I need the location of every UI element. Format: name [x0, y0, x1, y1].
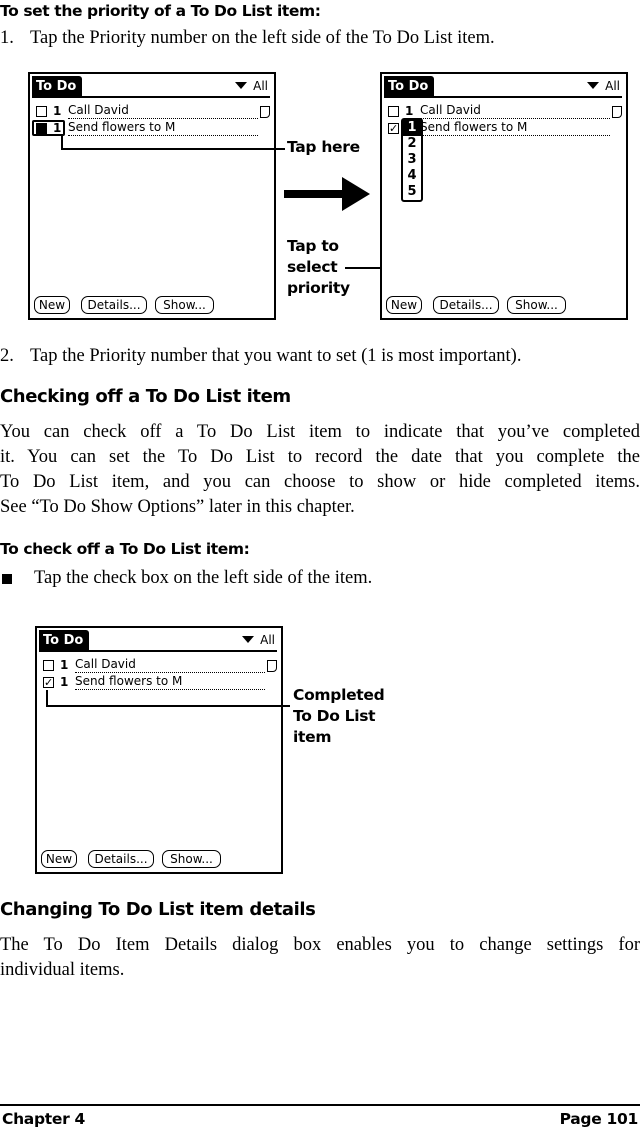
right-arrow-icon [284, 177, 370, 211]
step-1: 1. Tap the Priority number on the left si… [0, 26, 495, 51]
paragraph-line: See “To Do Show Options” later in this c… [0, 497, 355, 517]
paragraph-line: The To Do Item Details dialog box enable… [0, 935, 640, 955]
callout-line: select [287, 258, 338, 276]
step-text: Tap the Priority number that you want to… [30, 346, 522, 366]
priority-number[interactable]: 1 [60, 657, 68, 674]
show-button[interactable]: Show... [155, 296, 214, 314]
priority-option[interactable]: 4 [403, 168, 421, 184]
checkbox-checked[interactable]: ✓ [388, 123, 399, 134]
item-description[interactable]: Send flowers to M [420, 120, 610, 136]
category-picker[interactable]: All [587, 76, 620, 97]
app-title: To Do [384, 76, 435, 96]
heading-changing-details: Changing To Do List item details [0, 899, 316, 920]
priority-number[interactable]: 1 [60, 674, 68, 691]
show-button[interactable]: Show... [507, 296, 566, 314]
title-bar: To Do All [384, 76, 622, 98]
checkbox[interactable] [388, 106, 399, 117]
details-button[interactable]: Details... [81, 296, 147, 314]
bullet-text: Tap the check box on the left side of th… [34, 568, 373, 588]
leader-line [61, 134, 63, 149]
checkbox[interactable] [36, 106, 47, 117]
note-icon[interactable] [260, 106, 270, 118]
leader-line [46, 690, 48, 706]
paragraph-line: To Do List item, and you can choose to s… [0, 472, 640, 492]
priority-option-selected[interactable]: 1 [403, 120, 421, 136]
title-bar: To Do All [32, 76, 270, 98]
item-description[interactable]: Call David [68, 103, 258, 119]
category-label: All [605, 79, 620, 93]
app-title: To Do [39, 630, 90, 650]
paragraph-line: it. You can set the To Do List to record… [0, 447, 640, 467]
callout-line: To Do List [293, 707, 376, 725]
new-button[interactable]: New [34, 296, 70, 314]
palm-screen-before: To Do All 1 Call David 1 Send flowers to… [28, 72, 276, 320]
item-description[interactable]: Call David [420, 103, 610, 119]
checkbox[interactable] [43, 660, 54, 671]
callout-completed-item: Completed To Do List item [293, 685, 385, 748]
leader-line [61, 148, 285, 150]
item-description[interactable]: Call David [75, 657, 265, 673]
step-2: 2. Tap the Priority number that you want … [0, 344, 521, 369]
dropdown-triangle-icon [235, 82, 248, 89]
details-button[interactable]: Details... [88, 850, 154, 868]
palm-screen-completed: To Do All 1 Call David ✓ 1 Send flowers … [35, 626, 283, 874]
note-icon[interactable] [267, 660, 277, 672]
callout-line: Tap to [287, 237, 339, 255]
footer-page-number: Page 101 [559, 1110, 639, 1128]
step-number: 2. [0, 346, 14, 366]
callout-line: item [293, 728, 332, 746]
category-label: All [260, 633, 275, 647]
todo-item[interactable]: 1 Call David [34, 103, 270, 120]
item-description[interactable]: Send flowers to M [68, 120, 258, 136]
procedure-title-set-priority: To set the priority of a To Do List item… [0, 2, 321, 20]
paragraph-line: individual items. [0, 960, 125, 980]
checkbox[interactable] [36, 123, 47, 134]
heading-checking-off: Checking off a To Do List item [0, 386, 291, 407]
priority-number[interactable]: 1 [53, 103, 61, 120]
priority-option[interactable]: 5 [403, 184, 421, 200]
procedure-title-check-off: To check off a To Do List item: [0, 540, 250, 558]
callout-line: Completed [293, 686, 385, 704]
todo-item[interactable]: 1 Call David [41, 657, 277, 674]
paragraph-changing-details: The To Do Item Details dialog box enable… [0, 933, 640, 983]
todo-item[interactable]: 1 Send flowers to M [32, 120, 270, 137]
title-bar: To Do All [39, 630, 277, 652]
dropdown-triangle-icon [242, 636, 255, 643]
new-button[interactable]: New [386, 296, 422, 314]
new-button[interactable]: New [41, 850, 77, 868]
callout-tap-here: Tap here [287, 138, 360, 156]
priority-option[interactable]: 2 [403, 136, 421, 152]
item-description[interactable]: Send flowers to M [75, 674, 265, 690]
callout-tap-to-select: Tap to select priority [287, 236, 350, 299]
callout-line: priority [287, 279, 350, 297]
category-label: All [253, 79, 268, 93]
step-text: Tap the Priority number on the left side… [30, 28, 495, 48]
checkbox-checked[interactable]: ✓ [43, 677, 54, 688]
paragraph-line: You can check off a To Do List item to i… [0, 422, 640, 442]
footer-chapter: Chapter 4 [2, 1110, 86, 1128]
app-title: To Do [32, 76, 83, 96]
category-picker[interactable]: All [242, 630, 275, 651]
leader-line [46, 705, 290, 707]
paragraph-checking-off: You can check off a To Do List item to i… [0, 420, 640, 520]
dropdown-triangle-icon [587, 82, 600, 89]
palm-screen-after: To Do All 1 Call David ✓ Send flowers to… [380, 72, 628, 320]
footer-rule [0, 1104, 640, 1106]
step-number: 1. [0, 28, 14, 48]
bullet-icon [2, 574, 12, 584]
todo-item[interactable]: ✓ 1 Send flowers to M [41, 674, 277, 691]
show-button[interactable]: Show... [162, 850, 221, 868]
priority-popup-list[interactable]: 1 2 3 4 5 [401, 118, 423, 202]
note-icon[interactable] [612, 106, 622, 118]
category-picker[interactable]: All [235, 76, 268, 97]
details-button[interactable]: Details... [433, 296, 499, 314]
priority-option[interactable]: 3 [403, 152, 421, 168]
